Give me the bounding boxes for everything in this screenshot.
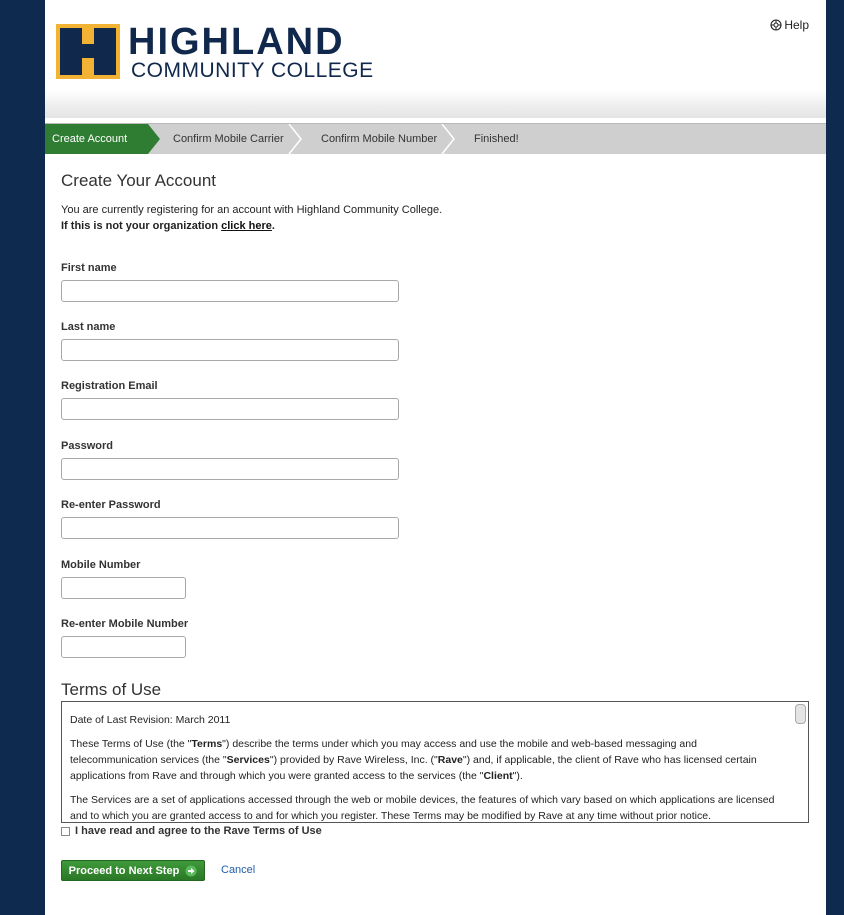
progress-steps: Create Account Confirm Mobile Carrier Co…: [45, 123, 826, 154]
proceed-label: Proceed to Next Step: [68, 864, 180, 877]
email-input[interactable]: [61, 398, 399, 420]
last-name-input[interactable]: [61, 339, 399, 361]
terms-revision: Date of Last Revision: March 2011: [70, 714, 231, 726]
terms-paragraph-1: These Terms of Use (the "Terms") describ…: [70, 738, 757, 782]
page: HIGHLAND COMMUNITY COLLEGE Help Create A…: [45, 0, 826, 915]
terms-scrollbar[interactable]: [795, 704, 806, 724]
logo-subtitle: COMMUNITY COLLEGE: [131, 59, 374, 82]
step-confirm-carrier: Confirm Mobile Carrier: [173, 124, 284, 154]
org-prompt-suffix: .: [271, 220, 275, 232]
terms-scroll-box[interactable]: Date of Last Revision: March 2011 These …: [61, 701, 809, 823]
help-label: Help: [784, 18, 809, 32]
email-label: Registration Email: [61, 380, 158, 392]
agree-terms-row[interactable]: I have read and agree to the Rave Terms …: [61, 825, 322, 837]
password-label: Password: [61, 440, 113, 452]
mobile-number-label: Mobile Number: [61, 559, 141, 571]
first-name-label: First name: [61, 262, 117, 274]
college-logo[interactable]: HIGHLAND COMMUNITY COLLEGE: [56, 22, 376, 82]
page-title: Create Your Account: [61, 171, 217, 190]
help-icon: [770, 19, 782, 31]
proceed-button[interactable]: Proceed to Next Step: [61, 860, 205, 881]
step-separator-icon: [441, 124, 455, 154]
terms-title: Terms of Use: [61, 680, 162, 699]
help-link[interactable]: Help: [770, 18, 809, 32]
terms-text: Date of Last Revision: March 2011 These …: [70, 712, 780, 822]
logo-wordmark: HIGHLAND: [128, 21, 345, 63]
password-input[interactable]: [61, 458, 399, 480]
last-name-label: Last name: [61, 321, 116, 333]
step-finished: Finished!: [474, 124, 519, 154]
reenter-password-input[interactable]: [61, 517, 399, 539]
cancel-link[interactable]: Cancel: [221, 864, 255, 876]
first-name-input[interactable]: [61, 280, 399, 302]
right-border: [826, 0, 844, 915]
step-confirm-number: Confirm Mobile Number: [321, 124, 437, 154]
reenter-mobile-label: Re-enter Mobile Number: [61, 618, 189, 630]
step-create-account: Create Account: [45, 124, 148, 154]
arrow-right-icon: [185, 865, 197, 876]
step-separator-icon: [288, 124, 302, 154]
terms-paragraph-2: The Services are a set of applications a…: [70, 794, 775, 822]
step-label: Confirm Mobile Number: [321, 133, 438, 145]
reenter-password-label: Re-enter Password: [61, 499, 161, 511]
org-prompt-text: If this is not your organization: [61, 220, 219, 232]
logo-h-icon: [56, 24, 120, 79]
intro-text: You are currently registering for an acc…: [61, 204, 443, 216]
click-here-link[interactable]: click here: [221, 220, 272, 232]
step-label: Create Account: [52, 133, 128, 145]
step-arrow-active-icon: [148, 124, 160, 154]
agree-checkbox[interactable]: [61, 826, 70, 836]
header: HIGHLAND COMMUNITY COLLEGE Help: [45, 0, 826, 118]
agree-label: I have read and agree to the Rave Terms …: [75, 825, 322, 837]
mobile-number-input[interactable]: [61, 577, 186, 599]
reenter-mobile-input[interactable]: [61, 636, 186, 658]
step-label: Finished!: [474, 133, 519, 145]
org-prompt: If this is not your organization click h…: [61, 220, 275, 232]
left-border: [0, 0, 45, 915]
step-label: Confirm Mobile Carrier: [173, 133, 284, 145]
